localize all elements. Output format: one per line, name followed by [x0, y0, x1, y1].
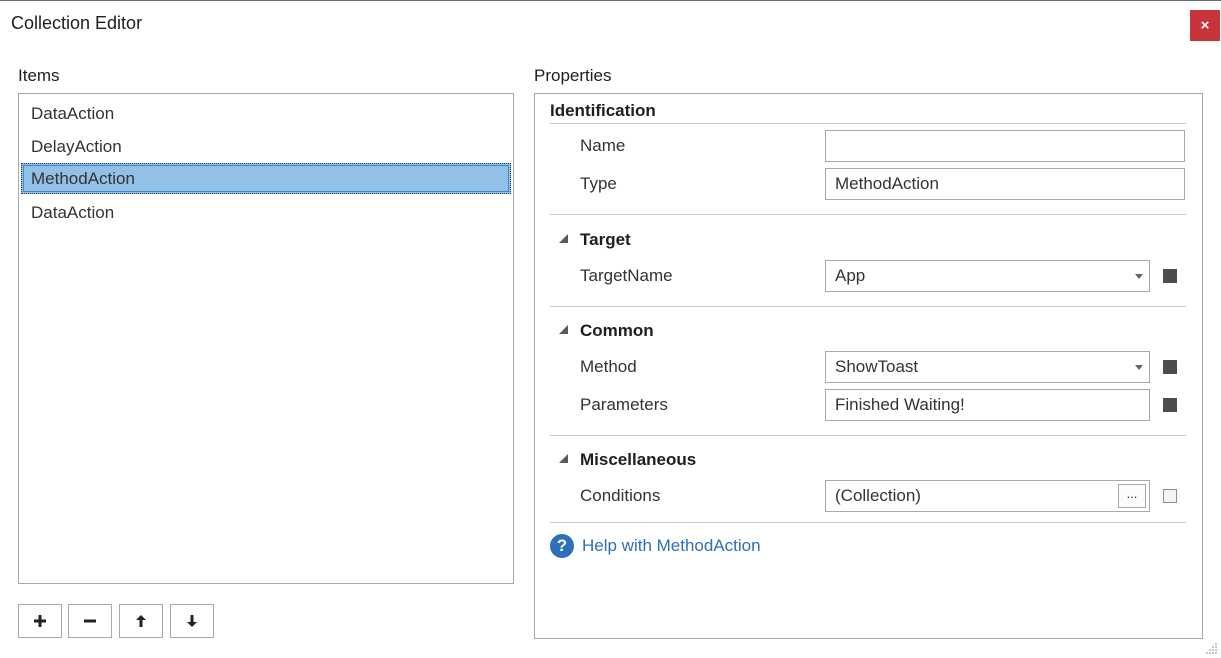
dropdown-arrow-icon — [1135, 365, 1143, 370]
conditions-label: Conditions — [580, 486, 661, 505]
properties-label: Properties — [534, 66, 612, 85]
category-target: Target — [580, 230, 631, 249]
window-top-border — [0, 0, 1221, 1]
target-name-label: TargetName — [580, 266, 673, 285]
property-marker[interactable] — [1163, 360, 1177, 374]
category-divider — [550, 435, 1186, 436]
target-name-combobox[interactable]: App — [825, 260, 1150, 292]
close-button[interactable]: × — [1190, 10, 1220, 41]
list-item[interactable]: DataAction — [21, 98, 511, 129]
dropdown-arrow-icon — [1135, 274, 1143, 279]
move-down-button[interactable] — [170, 604, 214, 638]
move-up-button[interactable] — [119, 604, 163, 638]
property-marker[interactable] — [1163, 489, 1177, 503]
category-divider — [550, 522, 1186, 523]
add-button[interactable] — [18, 604, 62, 638]
method-combobox[interactable]: ShowToast — [825, 351, 1150, 383]
method-value: ShowToast — [835, 357, 919, 376]
category-identification: Identification — [550, 101, 656, 120]
list-item[interactable]: DelayAction — [21, 131, 511, 162]
window-title: Collection Editor — [11, 13, 143, 33]
add-icon — [34, 615, 46, 627]
remove-button[interactable] — [68, 604, 112, 638]
property-marker[interactable] — [1163, 269, 1177, 283]
name-label: Name — [580, 136, 626, 155]
help-icon[interactable]: ? — [550, 534, 574, 558]
items-list[interactable]: DataAction DelayAction MethodAction Data… — [18, 93, 514, 584]
list-item-selected[interactable]: MethodAction — [21, 163, 511, 194]
type-label: Type — [580, 174, 617, 193]
name-field[interactable] — [825, 130, 1185, 162]
resize-grip-icon[interactable] — [1203, 640, 1219, 656]
ellipsis-button[interactable]: ... — [1118, 484, 1146, 508]
conditions-value: (Collection) — [835, 486, 921, 505]
target-name-value: App — [835, 266, 866, 285]
items-label: Items — [18, 66, 60, 85]
parameters-field[interactable]: Finished Waiting! — [825, 389, 1150, 421]
category-miscellaneous: Miscellaneous — [580, 450, 697, 469]
category-divider — [550, 214, 1186, 215]
category-divider — [550, 306, 1186, 307]
list-item[interactable]: DataAction — [21, 197, 511, 228]
type-field[interactable]: MethodAction — [825, 168, 1185, 200]
collapse-triangle-icon[interactable] — [559, 454, 568, 463]
remove-icon — [84, 619, 96, 623]
help-link[interactable]: Help with MethodAction — [582, 536, 761, 556]
method-label: Method — [580, 357, 637, 376]
category-common: Common — [580, 321, 654, 340]
arrow-down-icon — [187, 615, 197, 627]
category-divider — [550, 123, 1186, 124]
parameters-label: Parameters — [580, 395, 668, 414]
property-marker[interactable] — [1163, 398, 1177, 412]
conditions-field[interactable]: (Collection) ... — [825, 480, 1150, 512]
collapse-triangle-icon[interactable] — [559, 325, 568, 334]
arrow-up-icon — [136, 615, 146, 627]
collapse-triangle-icon[interactable] — [559, 234, 568, 243]
